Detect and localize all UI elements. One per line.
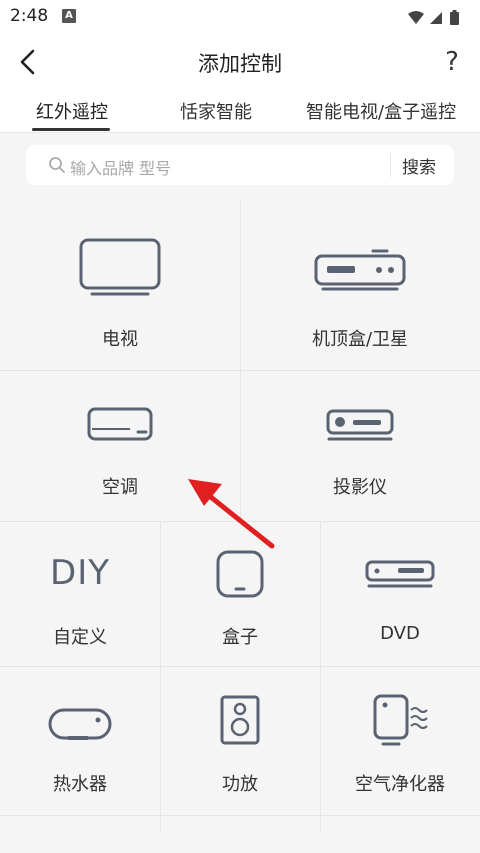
device-label: 机顶盒/卫星 bbox=[311, 329, 409, 350]
air-purifier-icon bbox=[373, 694, 428, 746]
tab-smart-tv-box[interactable]: 智能电视/盒子遥控 bbox=[306, 98, 456, 124]
device-label: 功放 bbox=[222, 774, 258, 795]
set-top-box-icon bbox=[314, 249, 406, 291]
dvd-icon bbox=[365, 560, 435, 588]
tv-icon bbox=[79, 238, 161, 296]
device-dvd[interactable]: DVD bbox=[320, 521, 480, 666]
battery-icon bbox=[450, 10, 459, 25]
device-amplifier[interactable]: 功放 bbox=[160, 666, 320, 815]
diy-icon: DIY bbox=[50, 553, 110, 593]
device-set-top-box[interactable]: 机顶盒/卫星 bbox=[240, 199, 480, 370]
wifi-icon bbox=[408, 11, 424, 24]
device-custom[interactable]: DIY 自定义 bbox=[0, 521, 160, 666]
search-input[interactable]: 输入品牌 型号 bbox=[70, 155, 171, 179]
air-conditioner-icon bbox=[87, 407, 153, 441]
device-water-heater[interactable]: 热水器 bbox=[0, 666, 160, 815]
device-label: 电视 bbox=[102, 329, 138, 350]
help-button[interactable]: ? bbox=[436, 42, 468, 82]
status-icons bbox=[406, 9, 468, 31]
app-bar: 添加控制 ? bbox=[0, 34, 480, 90]
device-air-purifier[interactable]: 空气净化器 bbox=[320, 666, 480, 815]
water-heater-icon bbox=[48, 708, 112, 740]
device-label: DVD bbox=[380, 623, 420, 644]
tab-bar: 红外遥控 恬家智能 智能电视/盒子遥控 bbox=[0, 90, 480, 133]
search-button[interactable]: 搜索 bbox=[402, 153, 436, 178]
device-tv[interactable]: 电视 bbox=[0, 199, 240, 370]
device-label: 空气净化器 bbox=[355, 774, 445, 795]
device-label: 自定义 bbox=[53, 627, 107, 648]
notification-icon: A bbox=[62, 9, 76, 23]
signal-icon bbox=[430, 12, 442, 24]
annotation-arrow-icon bbox=[188, 479, 275, 549]
back-button[interactable] bbox=[12, 44, 48, 80]
status-bar: 2:48 A bbox=[0, 0, 480, 34]
grid-divider bbox=[0, 815, 480, 816]
tab-tianjia-smart[interactable]: 恬家智能 bbox=[180, 98, 252, 124]
status-time: 2:48 bbox=[10, 6, 49, 26]
active-tab-indicator bbox=[32, 128, 110, 131]
search-divider bbox=[390, 153, 391, 177]
tab-infrared[interactable]: 红外遥控 bbox=[36, 98, 108, 124]
search-bar: 输入品牌 型号 搜索 bbox=[26, 145, 454, 185]
device-label: 热水器 bbox=[53, 774, 107, 795]
box-icon bbox=[216, 550, 264, 598]
projector-icon bbox=[326, 409, 394, 441]
speaker-icon bbox=[220, 695, 260, 745]
device-label: 盒子 bbox=[222, 627, 258, 648]
page-title: 添加控制 bbox=[198, 52, 282, 76]
search-icon bbox=[49, 157, 65, 173]
back-arrow-icon bbox=[20, 49, 35, 75]
